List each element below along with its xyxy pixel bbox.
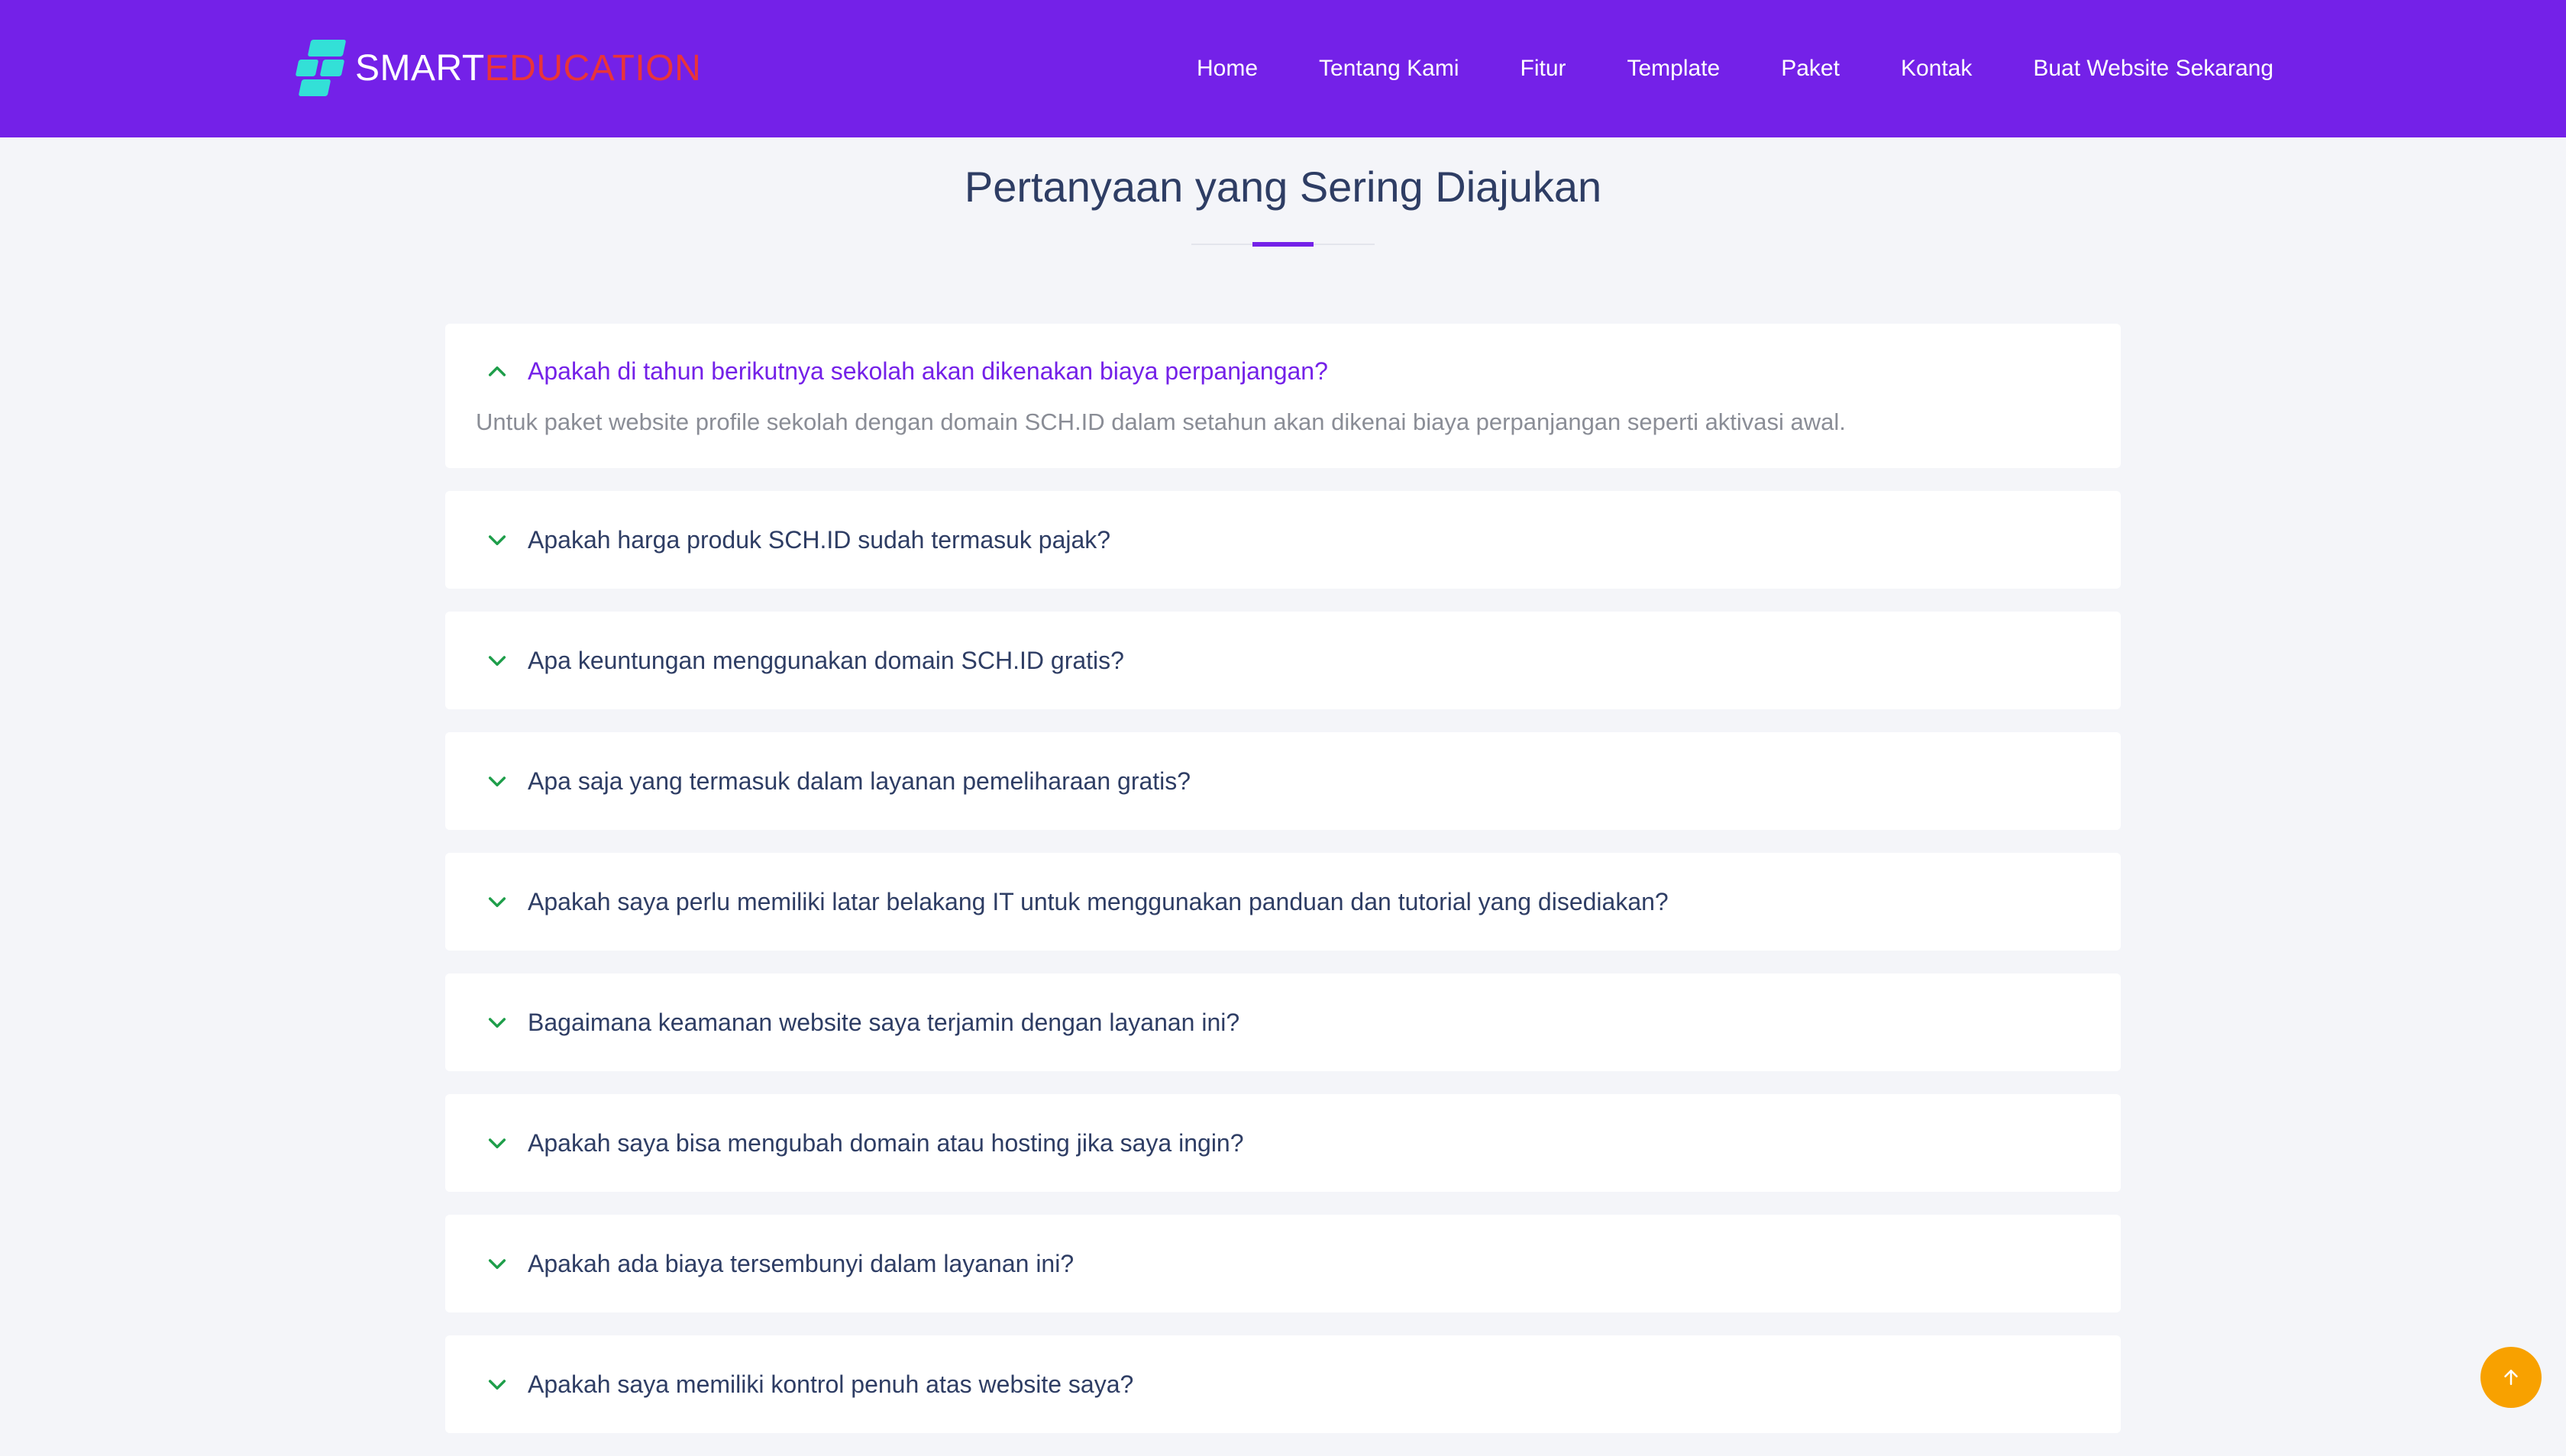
nav-fitur[interactable]: Fitur	[1521, 56, 1566, 82]
brand-name: SMARTEDUCATION	[355, 50, 701, 87]
chevron-down-icon	[488, 776, 506, 787]
faq-item: Apakah saya perlu memiliki latar belakan…	[445, 853, 2121, 951]
chevron-down-icon	[488, 897, 506, 908]
faq-toggle[interactable]: Apakah di tahun berikutnya sekolah akan …	[476, 324, 2090, 386]
nav-home[interactable]: Home	[1197, 56, 1258, 82]
faq-question: Bagaimana keamanan website saya terjamin…	[528, 1008, 1240, 1036]
faq-toggle[interactable]: Bagaimana keamanan website saya terjamin…	[476, 973, 2090, 1071]
brand-logo[interactable]: SMARTEDUCATION	[292, 38, 701, 99]
faq-question: Apa keuntungan menggunakan domain SCH.ID…	[528, 646, 1124, 674]
back-to-top-button[interactable]	[2480, 1347, 2542, 1408]
nav-kontak[interactable]: Kontak	[1901, 56, 1972, 82]
faq-item: Apakah harga produk SCH.ID sudah termasu…	[445, 491, 2121, 589]
logo-mark-icon	[292, 40, 347, 98]
faq-item: Bagaimana keamanan website saya terjamin…	[445, 973, 2121, 1071]
chevron-down-icon	[488, 535, 506, 546]
faq-question: Apakah ada biaya tersembunyi dalam layan…	[528, 1249, 1075, 1277]
faq-list: Apakah di tahun berikutnya sekolah akan …	[445, 324, 2121, 1456]
faq-item: Apa keuntungan menggunakan domain SCH.ID…	[445, 612, 2121, 709]
nav-template[interactable]: Template	[1627, 56, 1721, 82]
chevron-down-icon	[488, 1138, 506, 1149]
faq-question: Apakah harga produk SCH.ID sudah termasu…	[528, 525, 1111, 554]
faq-question: Apa saja yang termasuk dalam layanan pem…	[528, 767, 1191, 795]
faq-toggle[interactable]: Apakah ada biaya tersembunyi dalam layan…	[476, 1215, 2090, 1312]
faq-answer: Untuk paket website profile sekolah deng…	[476, 408, 1846, 435]
faq-question: Apakah di tahun berikutnya sekolah akan …	[528, 357, 1328, 385]
faq-question: Apakah saya perlu memiliki latar belakan…	[528, 887, 1669, 915]
nav-paket[interactable]: Paket	[1781, 56, 1840, 82]
faq-item: Apakah saya bisa mengubah domain atau ho…	[445, 1094, 2121, 1192]
site-header: SMARTEDUCATION Home Tentang Kami Fitur T…	[0, 0, 2566, 137]
title-divider-accent	[1252, 242, 1314, 247]
brand-name-part1: SMART	[355, 48, 485, 89]
nav-buat-website[interactable]: Buat Website Sekarang	[2033, 56, 2274, 82]
chevron-down-icon	[488, 1259, 506, 1270]
faq-item: Apakah saya memiliki kontrol penuh atas …	[445, 1335, 2121, 1433]
faq-question: Apakah saya bisa mengubah domain atau ho…	[528, 1128, 1244, 1157]
brand-name-part2: EDUCATION	[484, 48, 702, 89]
faq-toggle[interactable]: Apakah harga produk SCH.ID sudah termasu…	[476, 491, 2090, 589]
faq-toggle[interactable]: Apa keuntungan menggunakan domain SCH.ID…	[476, 612, 2090, 709]
faq-toggle[interactable]: Apakah saya bisa mengubah domain atau ho…	[476, 1094, 2090, 1192]
section-title: Pertanyaan yang Sering Diajukan	[964, 163, 1602, 211]
faq-toggle[interactable]: Apakah saya memiliki kontrol penuh atas …	[476, 1335, 2090, 1433]
faq-toggle[interactable]: Apa saja yang termasuk dalam layanan pem…	[476, 732, 2090, 830]
faq-item: Apa saja yang termasuk dalam layanan pem…	[445, 732, 2121, 830]
faq-item: Apakah ada biaya tersembunyi dalam layan…	[445, 1215, 2121, 1312]
main-nav: Home Tentang Kami Fitur Template Paket K…	[1136, 0, 2274, 137]
faq-question: Apakah saya memiliki kontrol penuh atas …	[528, 1370, 1134, 1398]
chevron-down-icon	[488, 1018, 506, 1028]
chevron-up-icon	[488, 366, 506, 376]
faq-toggle[interactable]: Apakah saya perlu memiliki latar belakan…	[476, 853, 2090, 951]
chevron-down-icon	[488, 1380, 506, 1390]
chevron-down-icon	[488, 656, 506, 667]
nav-tentang-kami[interactable]: Tentang Kami	[1319, 56, 1459, 82]
arrow-up-icon	[2504, 1370, 2518, 1385]
faq-item: Apakah di tahun berikutnya sekolah akan …	[445, 324, 2121, 468]
